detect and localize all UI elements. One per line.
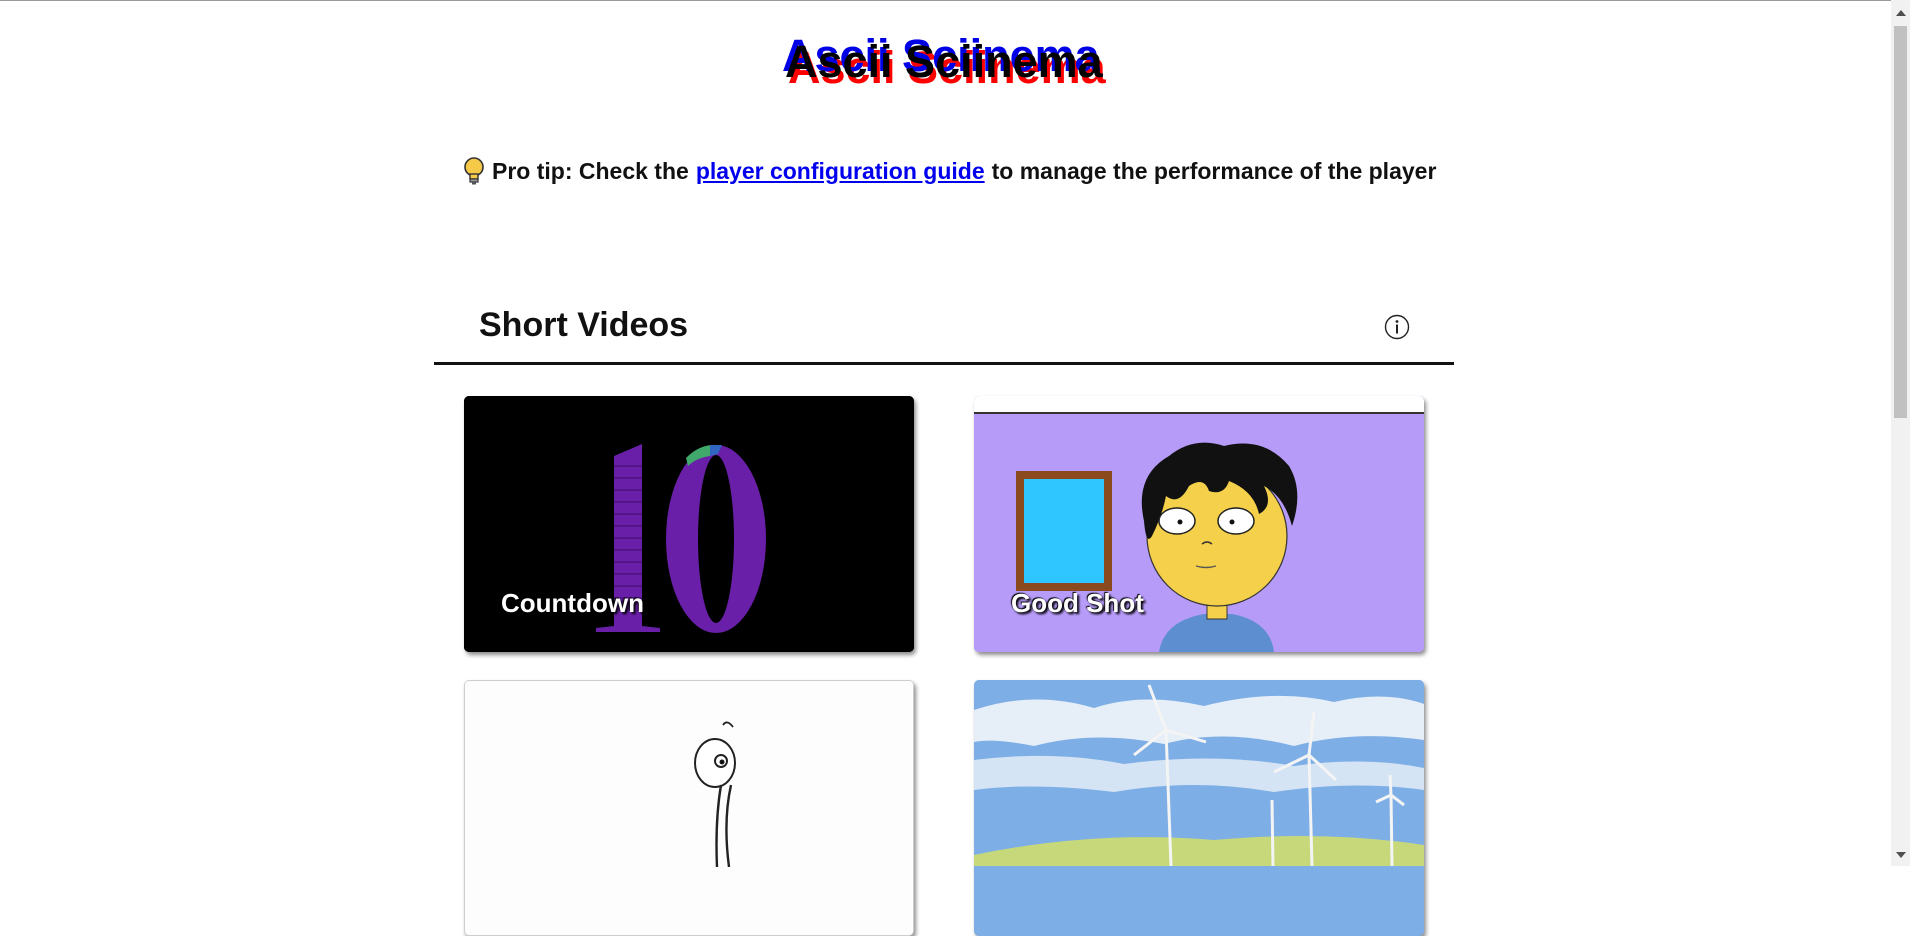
player-config-guide-link[interactable]: player configuration guide — [696, 158, 985, 185]
page-content: Ascii Sciinema Ascii Sciinema Ascii Scii… — [0, 0, 1891, 936]
page-scrollbar[interactable] — [1891, 0, 1910, 866]
pro-tip-prefix: Pro tip: Check the — [492, 157, 689, 184]
video-title: Good Shot — [1011, 588, 1144, 618]
scroll-up-arrow-icon[interactable] — [1896, 10, 1906, 16]
short-videos-header: Short Videos — [434, 302, 1454, 365]
site-title: Ascii Sciinema Ascii Sciinema Ascii Scii… — [782, 30, 1122, 93]
scroll-down-arrow-icon[interactable] — [1896, 852, 1906, 858]
section-divider — [434, 362, 1454, 365]
video-card-sketch[interactable] — [464, 680, 914, 936]
video-card-countdown[interactable]: Countdown — [464, 396, 914, 652]
sketch-thumbnail — [465, 681, 913, 867]
site-title-text: Ascii Sciinema — [785, 36, 1103, 87]
video-card-good-shot[interactable]: Good Shot — [974, 396, 1424, 652]
wind-turbines-thumbnail — [974, 680, 1424, 866]
video-card-wind-turbines[interactable] — [974, 680, 1424, 936]
section-title: Short Videos — [479, 306, 689, 344]
pro-tip-suffix: to manage the performance of the player — [991, 157, 1437, 184]
lightbulb-icon — [464, 157, 484, 185]
video-title: Countdown — [501, 588, 644, 618]
pro-tip: Pro tip: Check the player configuration … — [462, 155, 1436, 187]
info-icon[interactable] — [1384, 314, 1410, 340]
scrollbar-thumb[interactable] — [1894, 26, 1907, 418]
